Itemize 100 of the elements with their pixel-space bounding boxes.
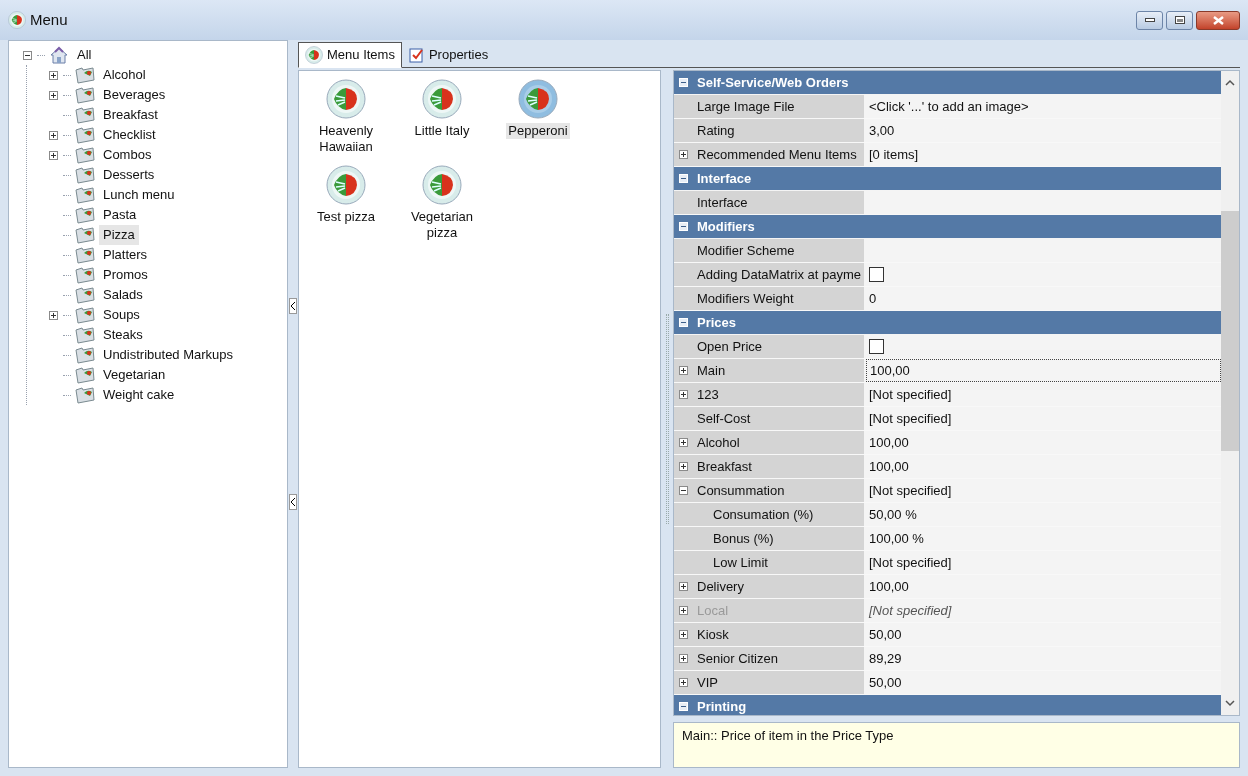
menu-item[interactable]: Heavenly Hawaiian <box>307 123 385 155</box>
expand-icon[interactable] <box>48 70 58 80</box>
folder-icon <box>75 186 95 204</box>
plate-icon <box>305 46 323 64</box>
property-value: [Not specified] <box>869 409 952 428</box>
description-panel: Main:: Price of item in the Price Type <box>673 722 1240 768</box>
tree-item[interactable]: Alcohol <box>99 65 150 85</box>
property-value: 3,00 <box>869 121 895 140</box>
plate-icon <box>422 165 462 205</box>
menu-item[interactable]: Little Italy <box>412 123 472 139</box>
property-label[interactable]: 123 <box>697 384 719 405</box>
tree-item[interactable]: Breakfast <box>99 105 162 125</box>
expand-icon[interactable] <box>679 630 688 639</box>
expand-icon[interactable] <box>48 150 58 160</box>
tree-item[interactable]: Checklist <box>99 125 160 145</box>
menu-item[interactable]: Vegetarian pizza <box>403 209 481 241</box>
tree-item[interactable]: Pizza <box>99 225 139 245</box>
property-label[interactable]: Kiosk <box>697 624 729 645</box>
tree-item[interactable]: Desserts <box>99 165 159 185</box>
tab[interactable]: Properties <box>401 42 496 68</box>
tree-item[interactable]: Promos <box>99 265 152 285</box>
tree-item[interactable]: Weight cake <box>99 385 179 405</box>
folder-icon <box>75 206 95 224</box>
expand-icon[interactable] <box>679 390 688 399</box>
tree-item[interactable]: Pasta <box>99 205 141 225</box>
property-label[interactable]: Rating <box>697 120 735 141</box>
folder-icon <box>75 286 95 304</box>
tree-item[interactable]: All <box>73 45 96 65</box>
category-header[interactable]: Modifiers <box>674 215 1221 238</box>
folder-icon <box>75 366 95 384</box>
tree-item[interactable]: Vegetarian <box>99 365 170 385</box>
expand-icon[interactable] <box>679 678 688 687</box>
plate-icon <box>8 11 26 29</box>
folder-icon <box>75 226 95 244</box>
category-header[interactable]: Interface <box>674 167 1221 190</box>
property-value: 100,00 <box>869 577 909 596</box>
category-header[interactable]: Self-Service/Web Orders <box>674 71 1221 94</box>
folder-icon <box>75 66 95 84</box>
property-value: 100,00 <box>869 457 909 476</box>
minimize-button[interactable] <box>1136 10 1163 30</box>
folder-icon <box>75 126 95 144</box>
maximize-icon <box>1174 16 1185 24</box>
checklist-icon <box>408 47 425 63</box>
property-value: 100,00 <box>870 361 910 380</box>
tree-item[interactable]: Steaks <box>99 325 147 345</box>
folder-icon <box>75 306 95 324</box>
folder-icon <box>75 146 95 164</box>
close-button[interactable] <box>1196 10 1240 30</box>
expand-icon[interactable] <box>48 90 58 100</box>
tree-item[interactable]: Combos <box>99 145 156 165</box>
scrollbar[interactable] <box>1221 71 1239 715</box>
folder-icon <box>75 346 95 364</box>
menu-item[interactable]: Test pizza <box>315 209 377 225</box>
property-value: 50,00 <box>869 625 902 644</box>
house-icon <box>49 46 69 64</box>
menu-item[interactable]: Pepperoni <box>506 123 570 139</box>
folder-icon <box>75 106 95 124</box>
close-icon <box>1212 15 1224 25</box>
property-value-cell[interactable]: 100,00 <box>866 359 1221 382</box>
folder-icon <box>75 166 95 184</box>
expand-icon[interactable] <box>48 130 58 140</box>
property-value: [0 items] <box>869 145 919 164</box>
property-value: [Not specified] <box>869 385 952 404</box>
property-value: 50,00 % <box>869 505 917 524</box>
expand-icon[interactable] <box>679 438 688 447</box>
plate-icon <box>422 79 462 119</box>
property-label[interactable]: VIP <box>697 672 718 693</box>
maximize-button[interactable] <box>1166 10 1193 30</box>
property-value: [Not specified] <box>869 481 952 500</box>
window-title: Menu <box>30 9 68 30</box>
expand-icon[interactable] <box>679 366 688 375</box>
category-header[interactable]: Prices <box>674 311 1221 334</box>
expand-icon[interactable] <box>679 462 688 471</box>
property-value: 100,00 <box>869 433 909 452</box>
folder-icon <box>75 246 95 264</box>
expand-icon[interactable] <box>48 310 58 320</box>
tree-item[interactable]: Undistributed Markups <box>99 345 238 365</box>
property-value: [Not specified] <box>869 601 952 620</box>
tree-item[interactable]: Lunch menu <box>99 185 179 205</box>
tree-item[interactable]: Beverages <box>99 85 170 105</box>
category-header[interactable]: Printing <box>674 695 1221 715</box>
property-label[interactable]: Main <box>697 360 726 381</box>
checkbox[interactable] <box>869 339 884 354</box>
minimize-icon <box>1144 18 1155 22</box>
folder-icon <box>75 266 95 284</box>
tree-item[interactable]: Platters <box>99 245 152 265</box>
tree-item[interactable]: Soups <box>99 305 144 325</box>
collapse-icon[interactable] <box>679 486 688 495</box>
folder-icon <box>75 386 95 404</box>
expand-icon[interactable] <box>679 582 688 591</box>
expand-icon[interactable] <box>679 654 688 663</box>
property-value: <Click '...' to add an image> <box>869 97 1029 116</box>
checkbox[interactable] <box>869 267 884 282</box>
expand-icon[interactable] <box>679 150 688 159</box>
plate-icon <box>326 79 366 119</box>
collapse-icon[interactable] <box>22 50 32 60</box>
property-value: [Not specified] <box>869 553 952 572</box>
tree-item[interactable]: Salads <box>99 285 147 305</box>
tab[interactable]: Menu Items <box>298 42 402 68</box>
folder-icon <box>75 86 95 104</box>
